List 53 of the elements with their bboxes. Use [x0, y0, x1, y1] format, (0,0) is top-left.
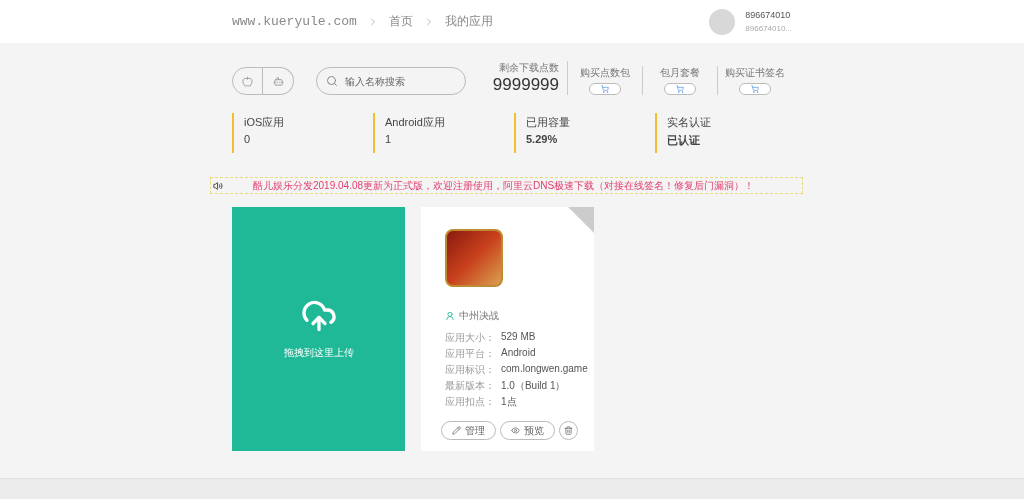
field-value: 529 MB — [501, 331, 537, 344]
app-icon — [445, 229, 503, 287]
cart-button[interactable] — [739, 83, 771, 95]
stat-value: 已认证 — [667, 133, 701, 148]
cloud-upload-icon — [300, 298, 337, 334]
field-label: 应用标识： — [445, 363, 496, 377]
trash-icon — [564, 426, 573, 435]
field-label: 应用扣点： — [445, 395, 496, 409]
corner-tag — [568, 207, 594, 233]
stat-label: 已用容量 — [526, 115, 571, 130]
purchase-label: 购买证书签名 — [725, 66, 785, 80]
field-label: 最新版本： — [445, 379, 496, 393]
apple-icon — [242, 75, 253, 87]
field-label: 应用大小： — [445, 331, 496, 345]
purchase-label: 购买点数包 — [580, 66, 630, 80]
pencil-icon — [452, 426, 461, 435]
cart-icon — [601, 85, 609, 93]
stat-value: 5.29% — [526, 133, 559, 145]
breadcrumb-link[interactable]: 我的应用 — [444, 13, 493, 30]
field-value: 1.0（Build 1） — [501, 379, 567, 393]
cart-icon — [676, 85, 684, 93]
field-value: Android — [501, 347, 537, 360]
field-value: com.longwen.game — [501, 363, 588, 376]
stat-value: 0 — [244, 133, 252, 145]
cart-icon — [751, 85, 759, 93]
delete-button[interactable] — [559, 421, 578, 440]
person-icon — [445, 311, 455, 321]
search-field[interactable]: 输入名称搜索 — [316, 67, 466, 95]
field-label: 应用平台： — [445, 347, 496, 361]
eye-icon — [511, 426, 520, 435]
field-value: 1点 — [501, 395, 518, 409]
stat-value: 1 — [385, 133, 393, 145]
user-id: 896674010... — [745, 24, 792, 33]
breadcrumb-link[interactable]: 首页 — [388, 13, 413, 30]
preview-button[interactable]: 预览 — [500, 421, 555, 440]
stat-label: Android应用 — [385, 115, 446, 130]
cart-button[interactable] — [589, 83, 621, 95]
site-address[interactable]: www.kueryule.com — [232, 14, 357, 29]
upload-area[interactable]: 拖拽到这里上传 — [232, 207, 405, 451]
user-name: 896674010 — [745, 10, 792, 20]
manage-button[interactable]: 管理 — [441, 421, 496, 440]
search-icon — [326, 75, 338, 87]
balance-value: 9999999 — [492, 75, 559, 95]
speaker-icon — [213, 180, 223, 191]
notice-text: 酷儿娱乐分发2019.04.08更新为正式版，欢迎注册使用，阿里云DNS极速下载（对接在线签名！修复后门漏洞）！ — [253, 178, 755, 193]
avatar[interactable] — [709, 8, 736, 35]
cart-button[interactable] — [664, 83, 696, 95]
purchase-label: 包月套餐 — [660, 66, 700, 80]
stat-label: iOS应用 — [244, 115, 286, 130]
balance-label: 剩余下载点数 — [499, 61, 559, 75]
stat-label: 实名认证 — [667, 115, 712, 130]
robot-icon — [272, 75, 284, 87]
app-name: 中州决战 — [459, 309, 499, 323]
